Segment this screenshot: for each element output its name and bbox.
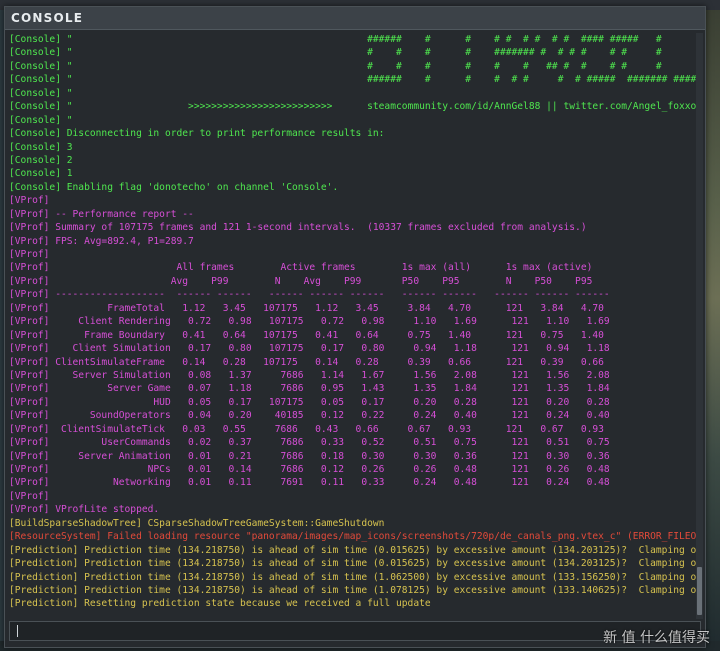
log-line-build: [BuildSparseShadowTree] CSparseShadowTre… <box>9 517 385 529</box>
log-line-vprof: [VProf] FrameTotal 1.12 3.45 107175 1.12… <box>9 302 604 314</box>
log-line-console: [Console] " # # # # ####### # # # # # # … <box>9 47 662 59</box>
log-line-vprof: [VProf] VProfLite stopped. <box>9 504 160 516</box>
log-line-vprof: [VProf] All frames Active frames 1s max … <box>9 262 593 274</box>
log-line-vprof: [VProf] NPCs 0.01 0.14 7686 0.12 0.26 0.… <box>9 464 610 475</box>
log-line-vprof: [VProf] Client Simulation 0.17 0.80 1071… <box>9 343 610 355</box>
log-scrollbar[interactable] <box>696 33 703 619</box>
log-line-vprof: [VProf] UserCommands 0.02 0.37 7686 0.33… <box>9 437 610 449</box>
log-line-vprof: [VProf] ClientSimulateTick 0.03 0.55 768… <box>9 423 604 435</box>
console-input-row[interactable] <box>9 621 701 644</box>
console-command-input[interactable] <box>10 625 700 644</box>
log-line-vprof: [VProf] Server Simulation 0.08 1.37 7686… <box>9 369 610 381</box>
console-log[interactable]: [Console] " ###### # # # # # # # # #### … <box>9 33 699 619</box>
log-line-prediction: [Prediction] Resetting prediction state … <box>9 598 431 610</box>
log-line-prediction: [Prediction] Prediction time (134.218750… <box>9 544 699 556</box>
log-line-vprof: [VProf] <box>9 249 50 260</box>
log-line-vprof: [VProf] Networking 0.01 0.11 7691 0.11 0… <box>9 477 610 489</box>
log-line-vprof: [VProf] -- Performance report -- <box>9 208 194 220</box>
watermark: 新 值 什么值得买 <box>603 630 710 646</box>
log-line-vprof: [VProf] Server Game 0.07 1.18 7686 0.95 … <box>9 383 610 395</box>
log-line-vprof: [VProf] Frame Boundary 0.41 0.64 107175 … <box>9 329 604 341</box>
console-titlebar[interactable]: CONSOLE <box>5 7 705 30</box>
log-line-console: [Console] 1 <box>9 168 73 180</box>
log-line-vprof: [VProf] <box>9 195 50 207</box>
log-line-console: [Console] 3 <box>9 141 73 153</box>
log-line-vprof: [VProf] HUD 0.05 0.17 107175 0.05 0.17 0… <box>9 396 610 408</box>
scrollbar-thumb[interactable] <box>697 567 702 615</box>
console-window: CONSOLE [Console] " ###### # # # # # # #… <box>4 6 706 648</box>
log-line-console: [Console] Disconnecting in order to prin… <box>9 128 385 140</box>
log-line-vprof: [VProf] ClientSimulateFrame 0.14 0.28 10… <box>9 356 604 368</box>
log-line-vprof: [VProf] Avg P99 N Avg P99 P50 P95 N P50 … <box>9 275 593 287</box>
log-line-console: [Console] " ###### # # # # # # # ##### #… <box>9 74 699 86</box>
log-line-console: [Console] " <box>9 114 73 126</box>
log-line-prediction: [Prediction] Prediction time (134.218750… <box>9 571 699 583</box>
log-line-vprof: [VProf] Client Rendering 0.72 0.98 10717… <box>9 316 610 328</box>
game-background-right <box>706 10 720 651</box>
log-line-console: [Console] " >>>>>>>>>>>>>>>>>>>>>>>>> st… <box>9 101 697 113</box>
window-title: CONSOLE <box>11 11 84 25</box>
log-line-console: [Console] Enabling flag 'donotecho' on c… <box>9 181 339 193</box>
text-caret <box>17 625 18 637</box>
log-line-vprof: [VProf] Summary of 107175 frames and 121… <box>9 222 587 234</box>
log-line-prediction: [Prediction] Prediction time (134.218750… <box>9 584 699 596</box>
log-line-vprof: [VProf] ------------------- ------ -----… <box>9 289 610 301</box>
log-line-vprof: [VProf] SoundOperators 0.04 0.20 40185 0… <box>9 410 610 422</box>
log-line-vprof: [VProf] FPS: Avg=892.4, P1=289.7 <box>9 235 194 247</box>
log-line-console: [Console] " <box>9 87 73 99</box>
log-line-vprof: [VProf] <box>9 490 50 502</box>
log-line-resource: [ResourceSystem] Failed loading resource… <box>9 531 699 543</box>
log-line-console: [Console] " # # # # # # ## # # # # # <box>9 60 662 72</box>
log-line-console: [Console] 2 <box>9 154 73 166</box>
log-line-prediction: [Prediction] Prediction time (134.218750… <box>9 558 699 570</box>
log-line-vprof: [VProf] Server Animation 0.01 0.21 7686 … <box>9 450 610 462</box>
log-line-console: [Console] " ###### # # # # # # # # #### … <box>9 34 662 45</box>
